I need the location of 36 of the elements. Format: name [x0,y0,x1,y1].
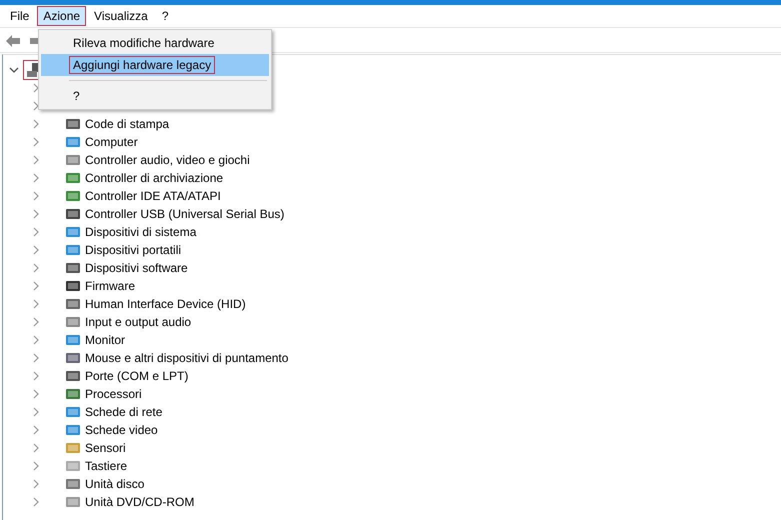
tree-item[interactable]: Monitor [85,333,126,347]
tree-item[interactable]: Human Interface Device (HID) [85,297,246,311]
tree-item[interactable]: Firmware [85,279,135,293]
tree-item[interactable]: Controller di archiviazione [85,171,224,185]
tree-item[interactable]: Processori [85,387,142,401]
back-arrow-icon[interactable] [5,34,21,48]
menu-item[interactable]: Azione [37,6,86,26]
tree-item[interactable]: Unità disco [85,477,144,491]
tree-item[interactable]: Tastiere [85,459,128,473]
menu-item[interactable]: ? [156,6,175,26]
tree-item[interactable]: Dispositivi software [85,261,188,275]
menu-item[interactable]: Visualizza [88,6,154,26]
monitor-icon [65,134,81,150]
chevron-icon[interactable] [9,65,19,75]
monitor-icon [65,422,81,438]
tree-item[interactable]: Dispositivi portatili [85,243,182,257]
tree-item[interactable]: Unità DVD/CD-ROM [85,495,194,509]
computer-icon [65,224,81,240]
monitor-icon [65,332,81,348]
tree-item[interactable]: Input e output audio [85,315,192,329]
tree-item[interactable]: Code di stampa [85,117,170,131]
device-icon [65,260,81,276]
tree-item[interactable]: Controller USB (Universal Serial Bus) [85,207,284,221]
tree-item[interactable]: Mouse e altri dispositivi di puntamento [85,351,288,365]
tree-item[interactable]: Schede di rete [85,405,162,419]
tree-item[interactable]: Schede video [85,423,158,437]
tree-item[interactable]: Computer [85,135,138,149]
tree-item[interactable]: Controller audio, video e giochi [85,153,250,167]
tree-item[interactable]: Dispositivi di sistema [85,225,196,239]
menu-item[interactable]: ? [41,85,269,107]
tree-item[interactable]: Porte (COM e LPT) [85,369,188,383]
menu-item[interactable]: Aggiungi hardware legacy [41,54,269,76]
menu-item[interactable]: Rileva modifiche hardware [41,32,269,54]
menu-item[interactable]: File [4,6,36,26]
tree-item[interactable]: Controller IDE ATA/ATAPI [85,189,221,203]
tree-item[interactable]: Sensori [85,441,126,455]
